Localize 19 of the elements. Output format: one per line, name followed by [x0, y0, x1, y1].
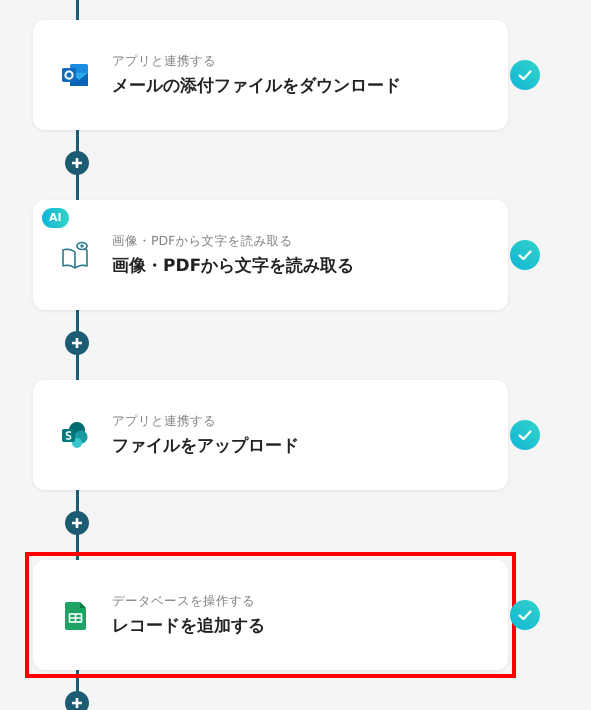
add-step-button[interactable] — [65, 691, 89, 710]
step-card[interactable]: アプリと連携する メールの添付ファイルをダウンロード — [33, 20, 508, 130]
add-step-button[interactable] — [65, 331, 89, 355]
step-card[interactable]: AI 画像・PDFから文字を読み取る 画像・PDFから文字を読み取る — [33, 200, 508, 310]
step-title: ファイルをアップロード — [112, 435, 299, 457]
step-card[interactable]: アプリと連携する ファイルをアップロード — [33, 380, 508, 490]
step-card[interactable]: データベースを操作する レコードを追加する — [33, 560, 508, 670]
step-title: レコードを追加する — [112, 615, 265, 637]
step-title: 画像・PDFから文字を読み取る — [112, 255, 354, 277]
step-title: メールの添付ファイルをダウンロード — [112, 75, 401, 97]
sharepoint-icon — [60, 420, 90, 450]
step-caption: データベースを操作する — [112, 593, 256, 610]
add-step-button[interactable] — [65, 151, 89, 175]
step-caption: 画像・PDFから文字を読み取る — [112, 233, 294, 250]
book-eye-icon — [60, 240, 90, 270]
add-step-button[interactable] — [65, 511, 89, 535]
step-caption: アプリと連携する — [112, 413, 217, 430]
step-caption: アプリと連携する — [112, 53, 217, 70]
ai-badge: AI — [42, 208, 69, 228]
